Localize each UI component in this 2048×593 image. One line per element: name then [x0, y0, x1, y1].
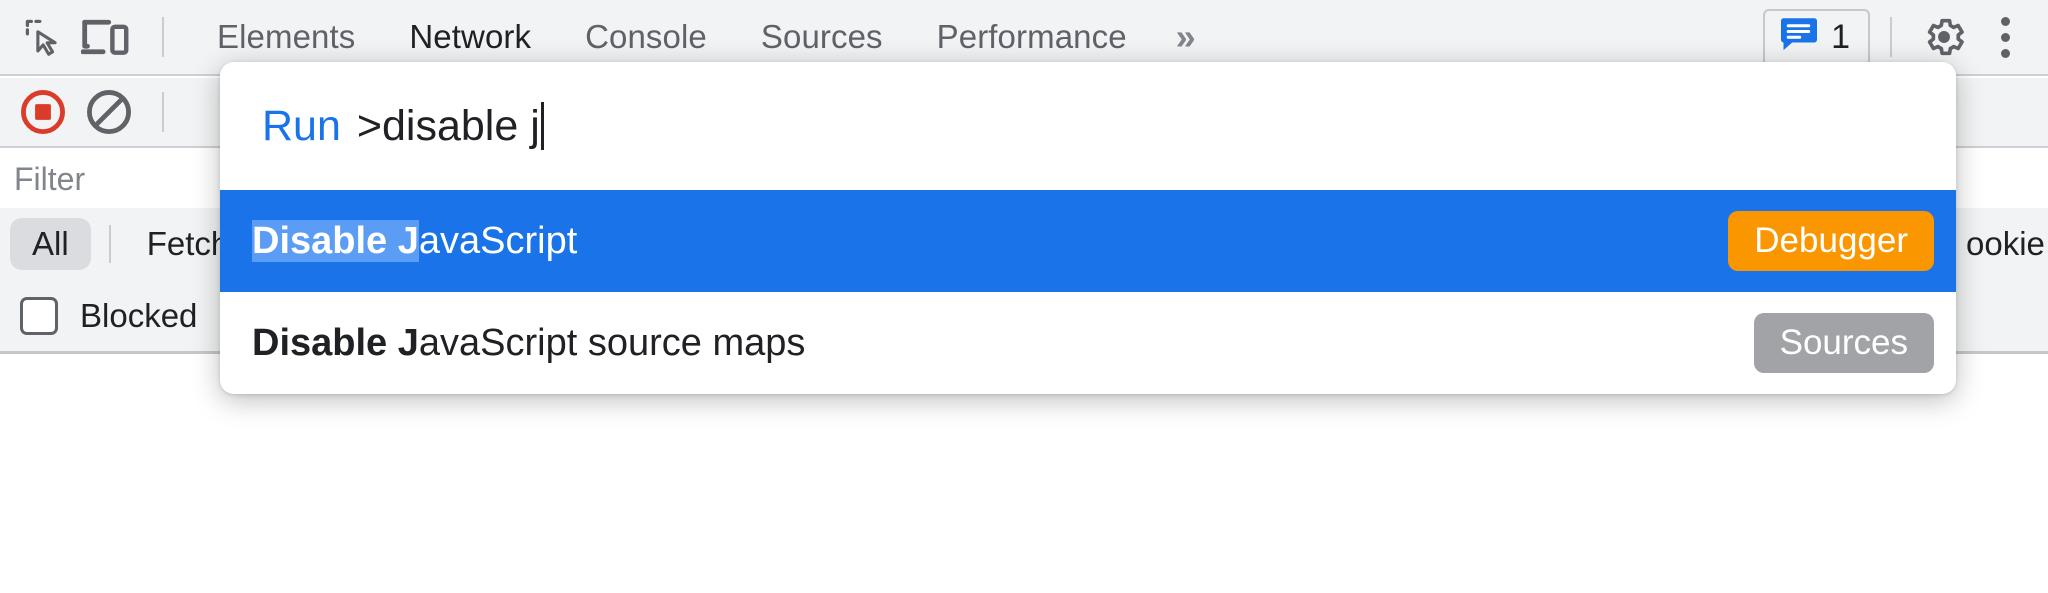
blocked-requests-checkbox[interactable] — [20, 296, 58, 335]
blocked-requests-label: Blocked — [80, 296, 198, 334]
tab-network[interactable]: Network — [382, 18, 558, 56]
result-title: Disable JavaScript source maps — [252, 322, 805, 365]
result-rest-text: avaScript — [418, 219, 578, 262]
text-caret — [540, 102, 544, 150]
toolbar-right-divider — [1890, 17, 1892, 57]
more-tabs-icon[interactable]: » — [1154, 19, 1218, 55]
command-palette-dialog: Run >disable j Disable JavaScript Debugg… — [220, 62, 1956, 394]
message-count: 1 — [1831, 17, 1850, 56]
result-rest-text: avaScript source maps — [418, 321, 806, 364]
filter-input[interactable]: Filter — [0, 161, 85, 198]
device-toolbar-icon[interactable] — [74, 9, 136, 65]
type-filter-divider — [108, 225, 111, 263]
result-title: Disable JavaScript — [252, 219, 578, 263]
toolbar-divider — [162, 17, 164, 57]
clear-prohibited-icon[interactable] — [76, 82, 142, 142]
command-palette-results: Disable JavaScript Debugger Disable Java… — [220, 190, 1956, 394]
inspect-element-icon[interactable] — [12, 9, 74, 65]
message-bubble-icon — [1779, 17, 1819, 58]
command-palette-query: >disable j — [356, 101, 540, 150]
type-filter-all[interactable]: All — [10, 218, 91, 270]
type-filter-cookies-clipped[interactable]: ookie — [1966, 208, 2045, 280]
network-toolbar-divider — [162, 92, 164, 132]
tab-performance[interactable]: Performance — [910, 18, 1154, 56]
tab-console[interactable]: Console — [558, 18, 734, 56]
message-count-button[interactable]: 1 — [1763, 8, 1870, 66]
command-palette-prefix: Run — [262, 101, 341, 150]
kebab-menu-icon[interactable] — [1976, 7, 2034, 67]
tab-elements[interactable]: Elements — [190, 18, 382, 56]
result-category-badge: Sources — [1753, 313, 1934, 373]
result-match-text: Disable J — [252, 321, 419, 364]
record-stop-icon[interactable] — [10, 82, 76, 142]
command-palette-result-disable-javascript-source-maps[interactable]: Disable JavaScript source maps Sources — [220, 292, 1956, 394]
result-match-text: Disable J — [252, 219, 419, 262]
command-palette-result-disable-javascript[interactable]: Disable JavaScript Debugger — [220, 190, 1956, 292]
gear-icon[interactable] — [1912, 7, 1976, 67]
result-category-badge: Debugger — [1728, 211, 1934, 271]
tab-sources[interactable]: Sources — [734, 18, 910, 56]
command-palette-input-row[interactable]: Run >disable j — [220, 62, 1956, 190]
